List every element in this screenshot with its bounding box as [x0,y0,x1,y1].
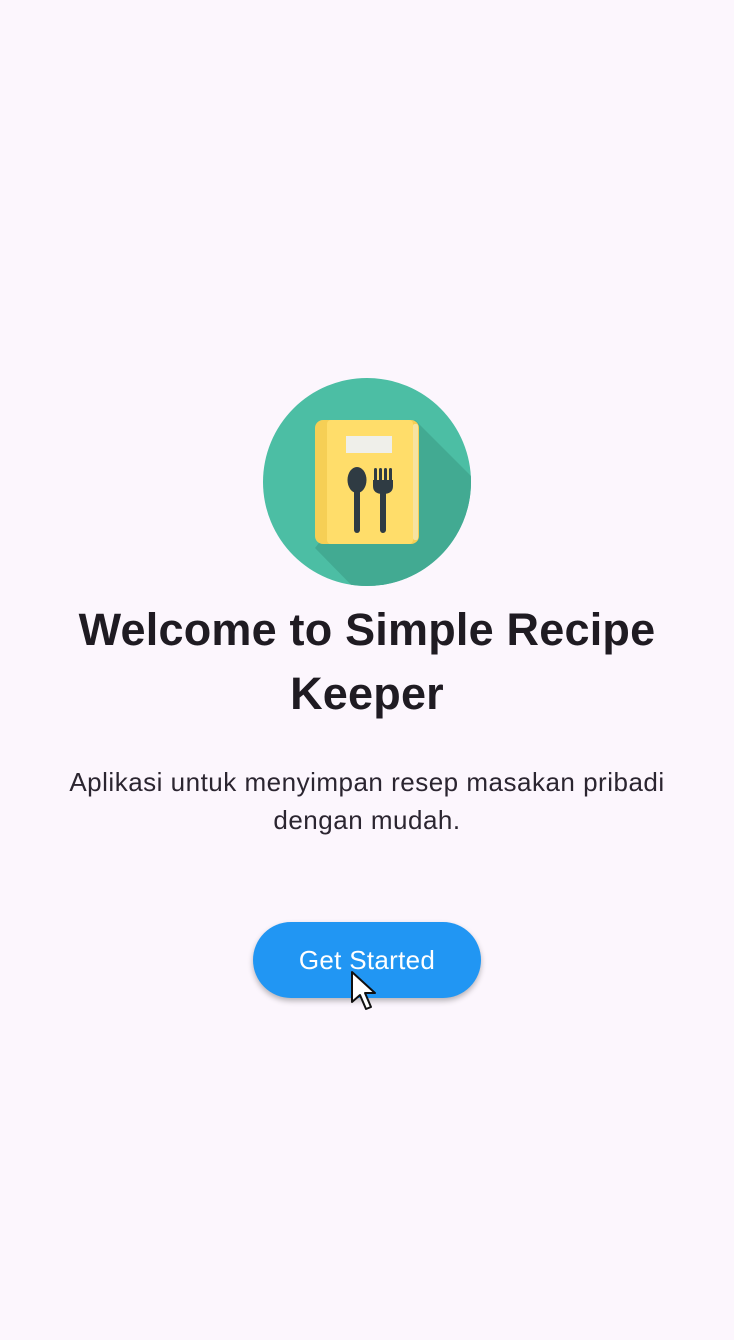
welcome-screen: Welcome to Simple Recipe Keeper Aplikasi… [0,0,734,1340]
recipe-book-icon [263,378,471,586]
page-subtitle: Aplikasi untuk menyimpan resep masakan p… [69,767,665,835]
page-title: Welcome to Simple Recipe Keeper [78,604,656,719]
get-started-button[interactable]: Get Started [253,922,481,998]
